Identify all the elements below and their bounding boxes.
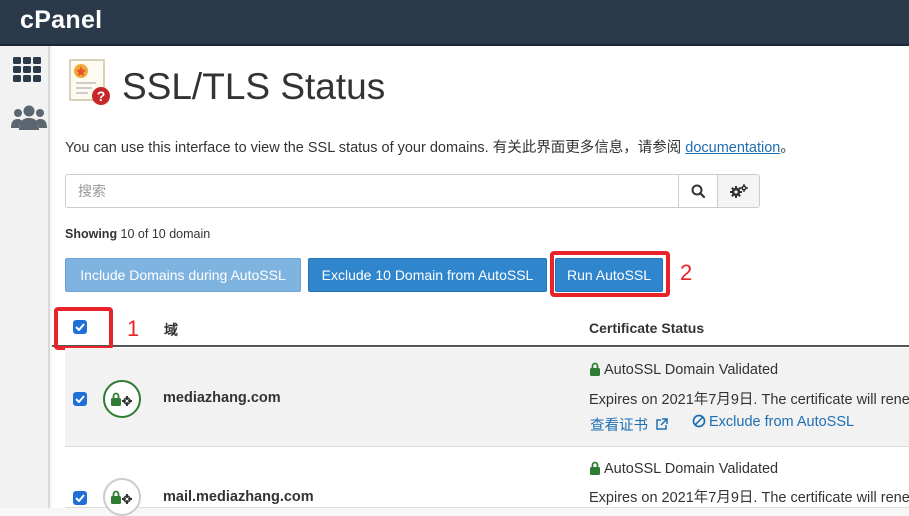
status-text: AutoSSL Domain Validated (604, 362, 779, 378)
annotation-number-2: 2 (680, 260, 693, 285)
grid-icon[interactable] (11, 56, 43, 84)
page-title: SSL/TLS Status (122, 66, 386, 107)
search-icon (691, 184, 705, 198)
intro-description: You can use this interface to view the S… (65, 140, 686, 156)
users-icon[interactable] (11, 103, 47, 131)
row-checkbox[interactable] (73, 491, 87, 505)
certificate-status: AutoSSL Domain Validated (589, 362, 778, 378)
table-row: mail.mediazhang.com AutoSSL Domain Valid… (65, 448, 909, 516)
showing-label: Showing (65, 227, 118, 241)
intro-text: You can use this interface to view the S… (65, 136, 795, 157)
column-header-domain[interactable]: 域 (164, 320, 178, 340)
annotation-box-run (550, 251, 670, 297)
intro-end: 。 (780, 140, 795, 156)
exclude-domains-button[interactable]: Exclude 10 Domain from AutoSSL (308, 258, 547, 292)
ban-icon (692, 414, 706, 428)
certificate-status: AutoSSL Domain Validated (589, 461, 778, 477)
svg-text:?: ? (97, 88, 106, 104)
certificate-icon: ? (68, 58, 112, 106)
external-link-icon (656, 418, 668, 430)
table-row: mediazhang.com AutoSSL Domain Validated … (65, 348, 909, 447)
row-checkbox[interactable] (73, 392, 87, 406)
top-header: cPanel (0, 0, 909, 46)
table-header: 域 Certificate Status (52, 308, 909, 347)
exclude-label: Exclude from AutoSSL (709, 414, 855, 430)
annotation-number-1: 1 (127, 316, 140, 341)
expiry-text: Expires on 2021年7月9日. The certificate wi… (589, 490, 909, 506)
search-button[interactable] (678, 174, 718, 208)
status-text: AutoSSL Domain Validated (604, 461, 779, 477)
lock-icon (590, 461, 600, 475)
showing-count: Showing 10 of 10 domain (65, 227, 210, 241)
search-bar (65, 174, 760, 208)
domain-lock-icon (103, 478, 141, 516)
domain-name: mail.mediazhang.com (163, 489, 314, 505)
view-certificate-label: 查看证书 (590, 418, 648, 434)
showing-text: 10 of 10 domain (117, 227, 211, 241)
documentation-link[interactable]: documentation (685, 140, 780, 156)
cpanel-logo[interactable]: cPanel (20, 6, 102, 35)
settings-button[interactable] (717, 174, 760, 208)
sidebar (0, 46, 50, 508)
expiry-text: Expires on 2021年7月9日. The certificate wi… (589, 392, 909, 408)
main-content: ? SSL/TLS Status You can use this interf… (52, 46, 909, 516)
annotation-box-checkbox (54, 307, 113, 350)
lock-icon (590, 362, 600, 376)
gears-icon (729, 184, 748, 198)
exclude-from-autossl-link[interactable]: Exclude from AutoSSL (692, 414, 854, 430)
search-input[interactable] (65, 174, 679, 208)
domain-lock-icon (103, 380, 141, 418)
domain-name: mediazhang.com (163, 390, 281, 406)
include-domains-button[interactable]: Include Domains during AutoSSL (65, 258, 301, 292)
column-header-status[interactable]: Certificate Status (589, 320, 704, 336)
view-certificate-link[interactable]: 查看证书 (590, 414, 668, 435)
